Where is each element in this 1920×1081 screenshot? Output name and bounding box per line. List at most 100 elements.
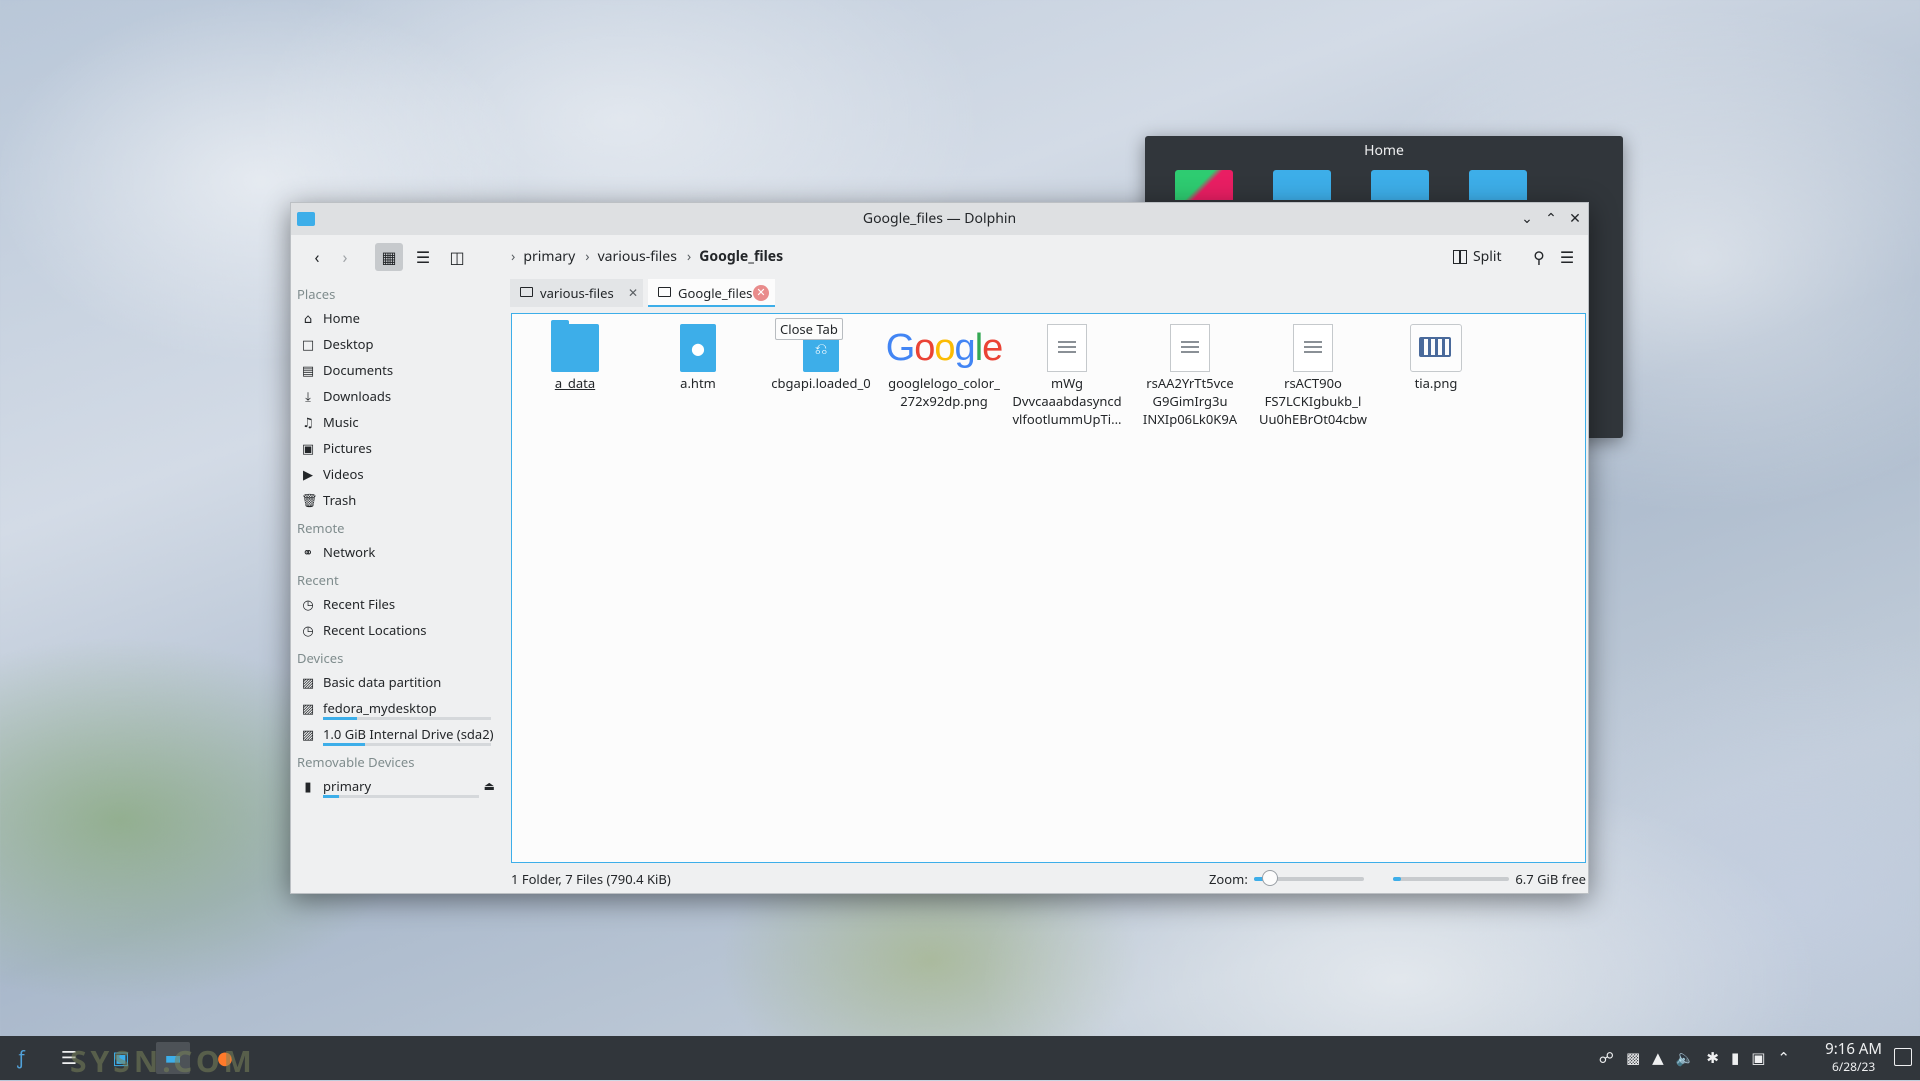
forward-button[interactable]: › xyxy=(331,243,359,271)
capacity-bar xyxy=(323,717,491,720)
eject-icon[interactable]: ⏏ xyxy=(484,773,495,799)
icons-view-button[interactable]: ▦ xyxy=(375,243,403,271)
recent-heading: Recent xyxy=(297,571,339,589)
close-tab-icon[interactable]: ✕ xyxy=(628,279,638,307)
place-home[interactable]: ⌂ Home xyxy=(291,305,501,331)
place-music[interactable]: ♫ Music xyxy=(291,409,501,435)
tab-bar: various-files ✕ Google_files ✕ xyxy=(510,279,1588,307)
details-view-button[interactable]: ◫ xyxy=(443,243,471,271)
system-tray: ☍ ▩ ▲ 🔈 ✱ ▮ ▣ ⌃ xyxy=(1599,1036,1790,1080)
app-thumbnail-icon xyxy=(1175,170,1233,200)
tab-label: various-files xyxy=(540,284,614,302)
html-file-icon: ● xyxy=(680,324,716,372)
battery-icon[interactable]: ▮ xyxy=(1731,1048,1739,1068)
place-videos[interactable]: ▶ Videos xyxy=(291,461,501,487)
window-title: Google_files — Dolphin xyxy=(862,209,1017,228)
removable-devices-heading: Removable Devices xyxy=(297,753,415,771)
place-desktop[interactable]: □ Desktop xyxy=(291,331,501,357)
folder-icon xyxy=(520,287,533,297)
chevron-up-icon[interactable]: ⌃ xyxy=(1777,1048,1790,1068)
dolphin-window[interactable]: Google_files — Dolphin ⌄ ⌃ ✕ ‹ › ▦ ☰ ◫ ›… xyxy=(290,202,1589,894)
volume-icon[interactable]: 🔈 xyxy=(1676,1048,1695,1068)
breadcrumb-item[interactable]: various-files xyxy=(598,235,677,279)
remote-heading: Remote xyxy=(297,519,345,537)
fedora-launcher-icon[interactable]: ƒ xyxy=(4,1042,38,1074)
updates-icon[interactable]: ▲ xyxy=(1652,1048,1664,1068)
titlebar[interactable]: Google_files — Dolphin ⌄ ⌃ ✕ xyxy=(291,203,1588,235)
place-pictures[interactable]: ▣ Pictures xyxy=(291,435,501,461)
back-button[interactable]: ‹ xyxy=(303,243,331,271)
keyboard-image-icon xyxy=(1410,324,1462,372)
zoom-slider[interactable] xyxy=(1253,870,1364,886)
close-button[interactable]: ✕ xyxy=(1565,209,1585,229)
minimize-button[interactable]: ⌄ xyxy=(1517,209,1537,229)
show-desktop-icon[interactable] xyxy=(1894,1048,1912,1066)
breadcrumb: › primary › various-files › Google_files xyxy=(511,235,793,279)
place-downloads[interactable]: ⤓ Downloads xyxy=(291,383,501,409)
file-item[interactable]: rsACT90o FS7LCKIgbukb_l Uu0hEBrOt04cbw xyxy=(1253,324,1373,428)
breadcrumb-item[interactable]: primary xyxy=(523,235,575,279)
watermark: SYSN.COM xyxy=(70,1040,256,1081)
status-bar: 1 Folder, 7 Files (790.4 KiB) Zoom: 6.7 … xyxy=(511,865,1588,893)
documents-icon: ▤ xyxy=(301,361,315,379)
chevron-right-icon: › xyxy=(585,247,590,266)
file-item[interactable]: tia.png xyxy=(1376,324,1496,392)
network-tray-icon[interactable]: ▣ xyxy=(1751,1048,1765,1068)
file-item[interactable]: mWg Dvvcaaabdasyncd vlfootlummUpTi... xyxy=(1007,324,1127,428)
place-documents[interactable]: ▤ Documents xyxy=(291,357,501,383)
zoom-control: Zoom: xyxy=(1209,865,1364,893)
disk-icon[interactable]: ▩ xyxy=(1626,1048,1640,1068)
chevron-right-icon: › xyxy=(686,247,692,266)
clock[interactable]: 9:16 AM 6/28/23 xyxy=(1825,1039,1882,1076)
device-basic-data-partition[interactable]: ▨ Basic data partition xyxy=(291,669,501,695)
status-summary: 1 Folder, 7 Files (790.4 KiB) xyxy=(511,870,671,888)
search-button[interactable]: ⚲ xyxy=(1525,243,1553,271)
zoom-slider-handle[interactable] xyxy=(1262,870,1279,886)
kde-connect-icon[interactable]: ☍ xyxy=(1599,1048,1614,1068)
hamburger-menu-button[interactable]: ☰ xyxy=(1553,243,1581,271)
device-internal-drive[interactable]: ▨ 1.0 GiB Internal Drive (sda2) xyxy=(291,721,501,747)
file-item[interactable]: a_data xyxy=(515,320,635,392)
network-icon: ⚭ xyxy=(302,543,314,561)
tab-various-files[interactable]: various-files ✕ xyxy=(510,279,643,307)
drive-icon: ▨ xyxy=(301,699,315,717)
capacity-bar xyxy=(323,795,479,798)
split-label: Split xyxy=(1473,247,1502,266)
free-space-indicator[interactable]: 6.7 GiB free xyxy=(1393,865,1586,893)
breadcrumb-item-current[interactable]: Google_files xyxy=(699,235,783,279)
pictures-icon: ▣ xyxy=(301,439,315,457)
folder-icon xyxy=(1469,170,1527,200)
text-file-icon xyxy=(1293,324,1333,372)
split-button[interactable]: Split xyxy=(1453,243,1502,271)
drive-warning-icon: ▨ xyxy=(301,673,315,691)
folder-icon xyxy=(551,320,599,372)
music-icon: ♫ xyxy=(302,413,314,431)
close-tab-icon[interactable]: ✕ xyxy=(753,285,769,301)
place-recent-locations[interactable]: ◷ Recent Locations xyxy=(291,617,501,643)
file-item[interactable]: Google googlelogo_color_ 272x92dp.png xyxy=(884,324,1004,410)
place-network[interactable]: ⚭ Network xyxy=(291,539,501,565)
clock-time: 9:16 AM xyxy=(1825,1039,1882,1059)
file-item[interactable]: rsAA2YrTt5vce G9GimIrg3u INXIp06Lk0K9A xyxy=(1130,324,1250,428)
file-view[interactable]: a_data ● a.htm ⎌ cbgapi.loaded_0 Google … xyxy=(511,313,1586,863)
usb-drive-icon: ▮ xyxy=(304,777,312,795)
home-icon: ⌂ xyxy=(303,309,313,327)
bluetooth-icon[interactable]: ✱ xyxy=(1706,1048,1719,1068)
trash-icon: 🗑 xyxy=(301,491,318,509)
place-trash[interactable]: 🗑 Trash xyxy=(291,487,501,513)
chevron-right-icon: › xyxy=(511,247,516,266)
capacity-bar xyxy=(323,743,491,746)
tab-google-files[interactable]: Google_files ✕ xyxy=(648,279,775,307)
device-fedora-mydesktop[interactable]: ▨ fedora_mydesktop xyxy=(291,695,501,721)
compact-view-button[interactable]: ☰ xyxy=(409,243,437,271)
toolbar: ‹ › ▦ ☰ ◫ › primary › various-files › Go… xyxy=(291,235,1588,279)
maximize-button[interactable]: ⌃ xyxy=(1541,209,1561,229)
file-item[interactable]: ● a.htm xyxy=(638,324,758,392)
videos-icon: ▶ xyxy=(303,465,313,483)
places-heading: Places xyxy=(297,285,336,303)
folder-icon xyxy=(1371,170,1429,200)
places-panel: Places ⌂ Home □ Desktop ▤ Documents ⤓ Downlo… xyxy=(291,279,501,871)
device-primary[interactable]: ▮ primary ⏏ xyxy=(291,773,501,799)
free-space-label: 6.7 GiB free xyxy=(1515,870,1586,888)
place-recent-files[interactable]: ◷ Recent Files xyxy=(291,591,501,617)
